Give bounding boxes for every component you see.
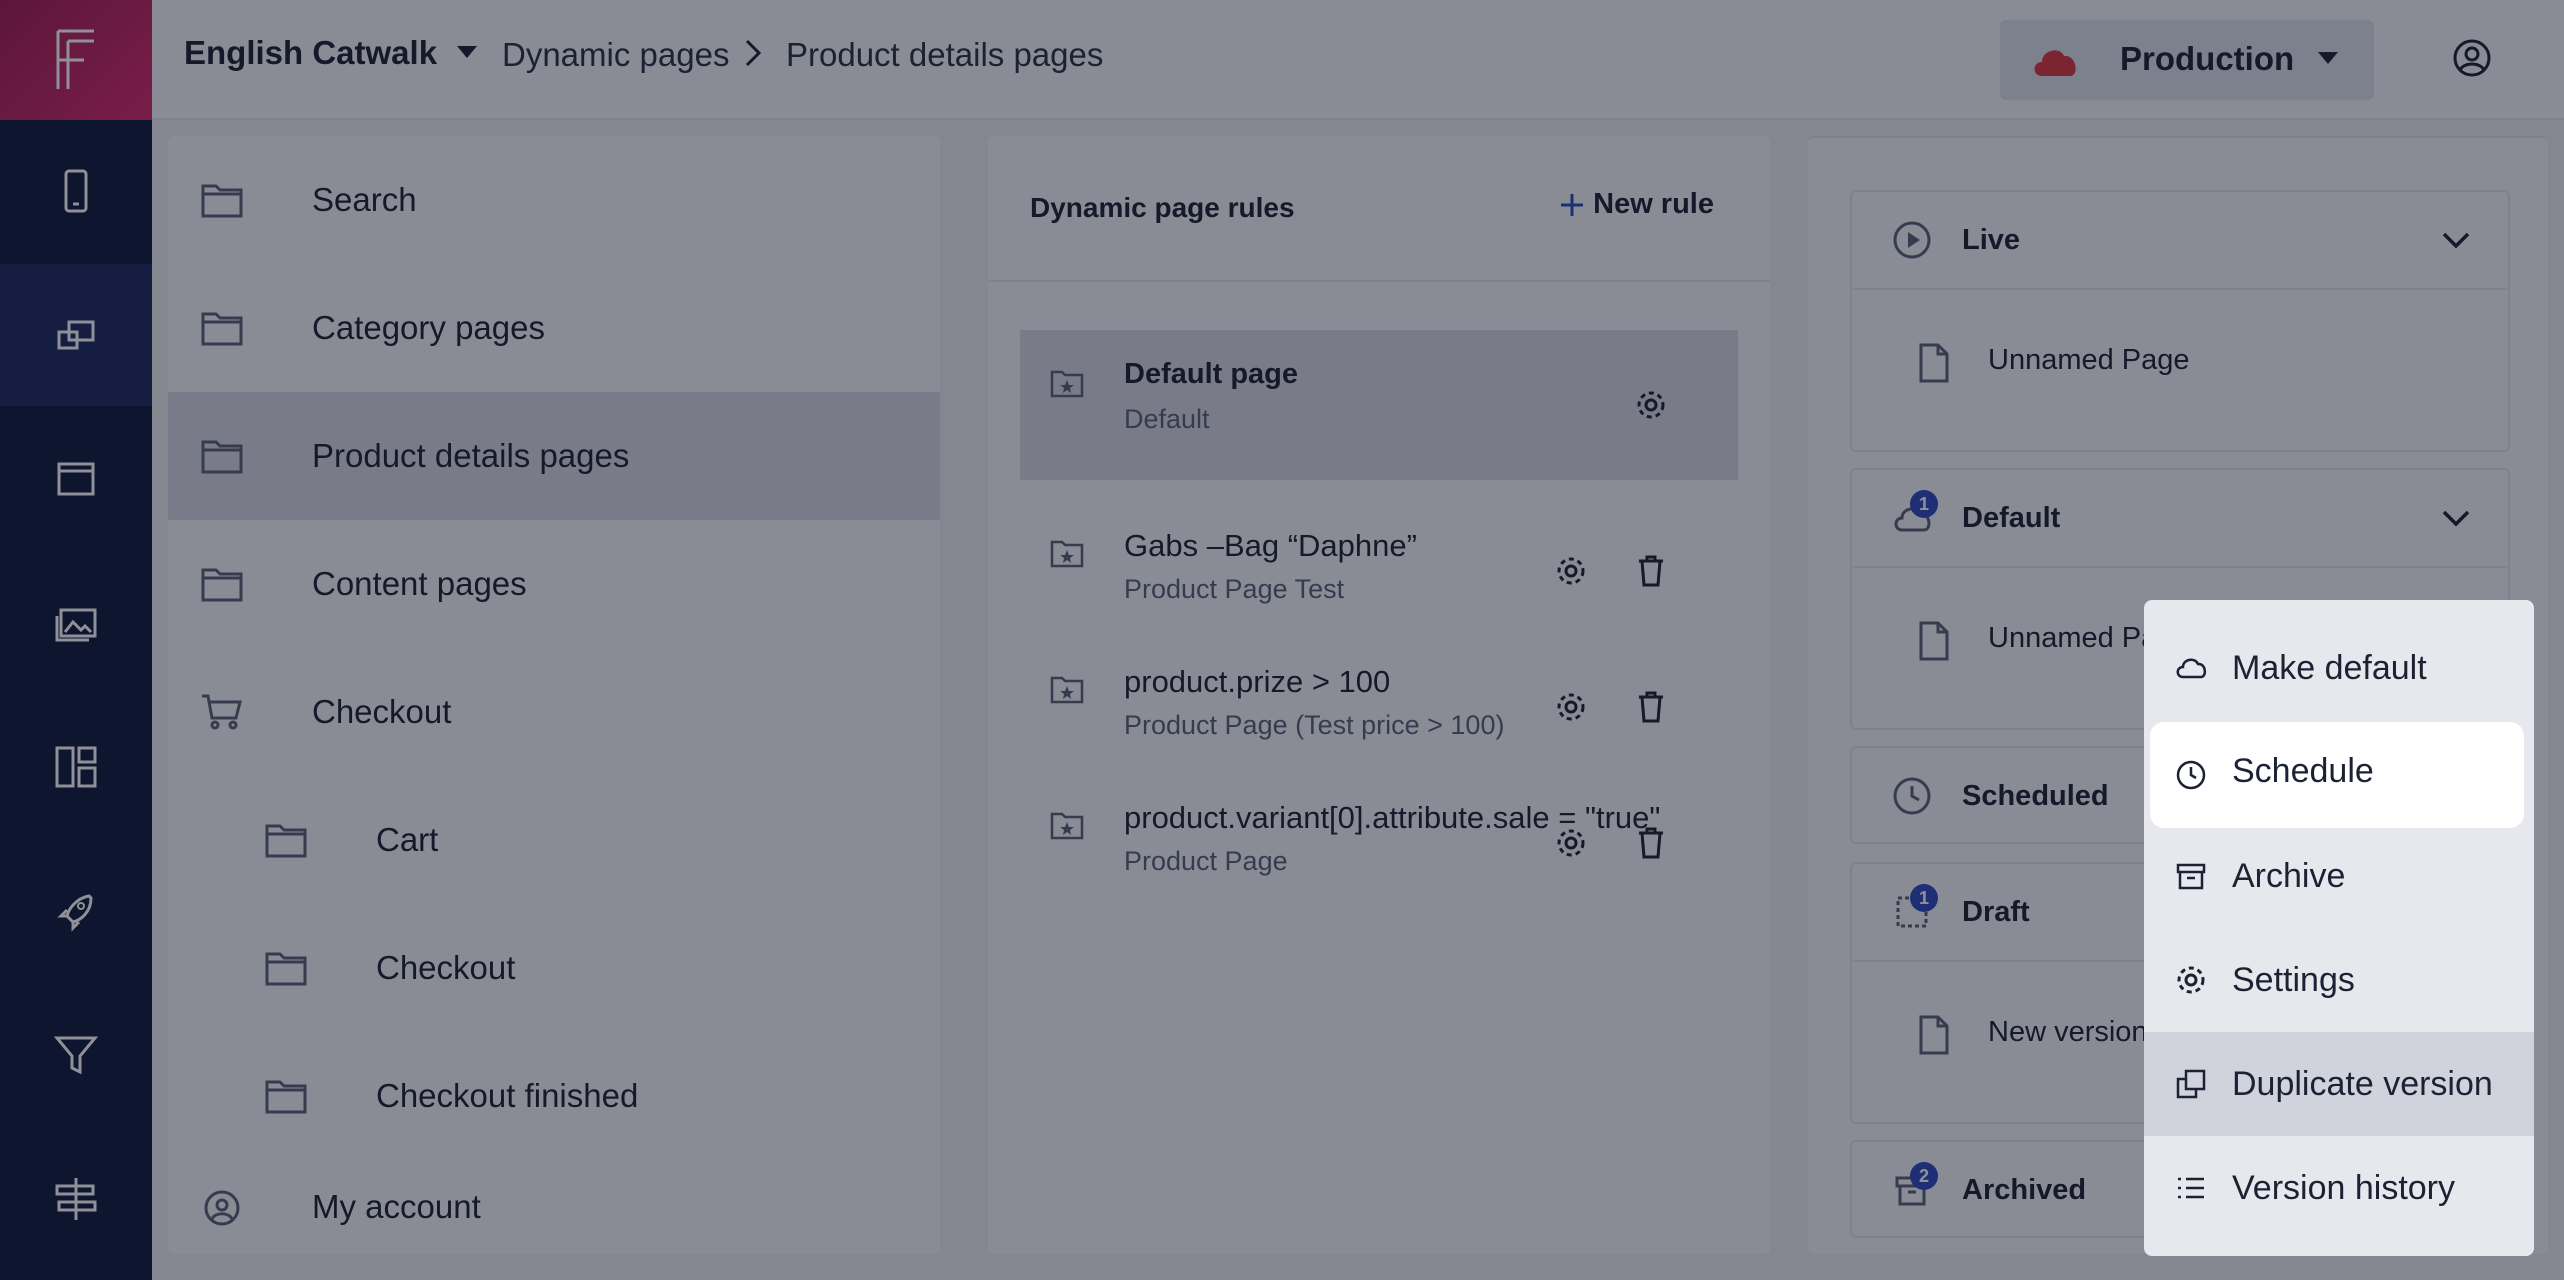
menu-item-make-default[interactable]: Make default [2144, 616, 2534, 720]
menu-item-label: Settings [2232, 960, 2355, 999]
version-context-menu: Make default Archive Settings Duplicate … [2144, 600, 2534, 1256]
menu-item-label: Schedule [2232, 752, 2374, 790]
cloud-icon [2176, 658, 2207, 679]
menu-item-settings[interactable]: Settings [2144, 928, 2534, 1032]
menu-item-label: Version history [2232, 1168, 2455, 1207]
menu-item-duplicate-version[interactable]: Duplicate version [2144, 1032, 2534, 1136]
list-icon [2178, 1177, 2204, 1199]
menu-item-label: Make default [2232, 648, 2427, 687]
menu-item-label: Archive [2232, 856, 2346, 895]
duplicate-icon [2176, 1069, 2206, 1099]
menu-item-version-history[interactable]: Version history [2144, 1136, 2534, 1240]
archive-icon [2176, 863, 2206, 890]
clock-icon [2176, 760, 2206, 790]
menu-item-label: Duplicate version [2232, 1064, 2493, 1103]
gear-icon [2177, 966, 2205, 994]
menu-item-archive[interactable]: Archive [2144, 824, 2534, 928]
menu-item-schedule[interactable]: Schedule [2150, 722, 2524, 828]
